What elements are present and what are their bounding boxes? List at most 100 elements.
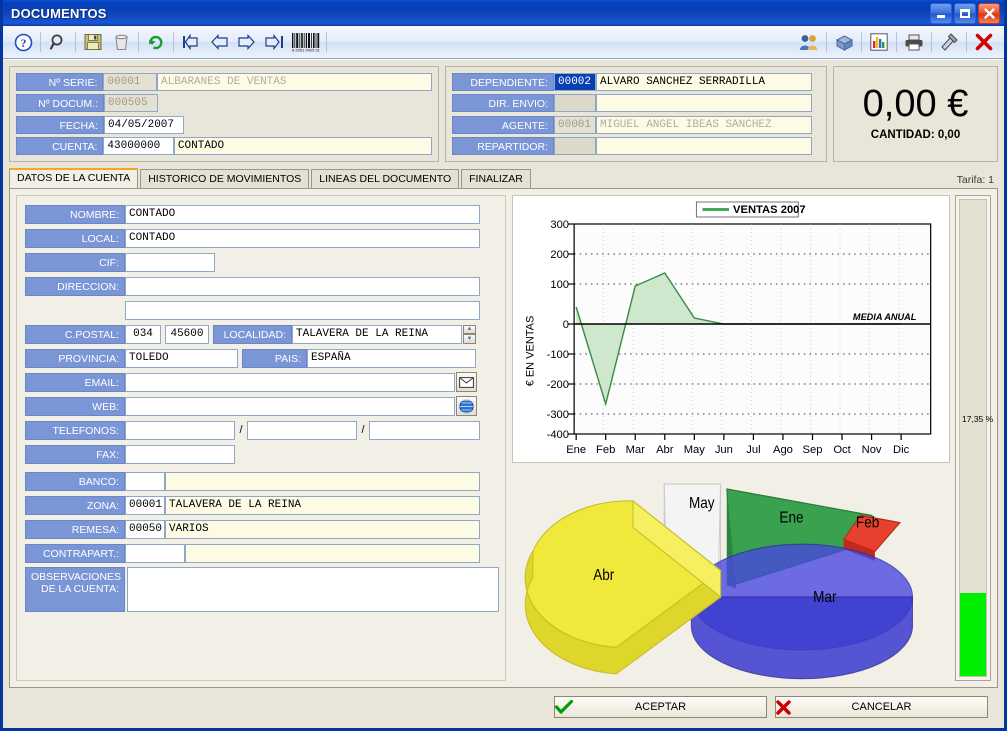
field-serie-code[interactable]: 00001: [103, 72, 158, 91]
help-icon[interactable]: ?: [9, 29, 37, 56]
input-fax[interactable]: [125, 444, 235, 464]
input-direccion-1[interactable]: [125, 276, 480, 296]
chart-icon[interactable]: [865, 29, 893, 56]
input-zona-desc[interactable]: TALAVERA DE LA REINA: [165, 495, 480, 515]
previous-record-icon[interactable]: [205, 29, 233, 56]
form-row-provincia-pais: PROVINCIA: TOLEDO PAIS: ESPAÑA: [25, 348, 499, 368]
input-remesa-desc[interactable]: VARIOS: [165, 519, 480, 539]
refresh-icon[interactable]: [142, 29, 170, 56]
input-nombre[interactable]: CONTADO: [125, 204, 480, 224]
close-icon: [983, 7, 995, 19]
media-anual-annotation: MEDIA ANUAL: [853, 312, 917, 322]
ytick-100: 100: [550, 279, 569, 291]
input-direccion-2[interactable]: [125, 300, 480, 320]
label-observaciones: OBSERVACIONES DE LA CUENTA:: [25, 567, 125, 612]
pie-slice-mar: Mar: [690, 543, 913, 680]
accept-button[interactable]: ACEPTAR: [554, 696, 767, 718]
input-observaciones[interactable]: [127, 567, 499, 612]
delete-icon[interactable]: [107, 29, 135, 56]
field-row-serie: Nº SERIE: 00001 ALBARANES DE VENTAS: [16, 72, 432, 91]
field-label-agente: AGENTE:: [452, 115, 554, 134]
input-email[interactable]: [125, 372, 455, 392]
pie-label-ene: Ene: [779, 510, 803, 527]
window-title: DOCUMENTOS: [11, 5, 107, 21]
minimize-button[interactable]: [930, 2, 952, 24]
input-localidad[interactable]: TALAVERA DE LA REINA: [292, 324, 462, 344]
window-controls: [930, 2, 1002, 24]
ventas-pie-chart-svg: May Ene Feb Mar Abr: [512, 465, 950, 681]
field-agente-code[interactable]: 00001: [554, 115, 596, 134]
input-pais[interactable]: ESPAÑA: [307, 348, 476, 368]
input-remesa-code[interactable]: 00050: [125, 519, 165, 539]
tab-datos-de-la-cuenta[interactable]: DATOS DE LA CUENTA: [9, 168, 139, 188]
localidad-spinner[interactable]: ▲ ▼: [463, 324, 476, 344]
toolbar-separator: [896, 32, 897, 52]
field-row-docum: Nº DOCUM.: 000505: [16, 94, 432, 113]
xtick-ago: Ago: [773, 444, 793, 456]
total-quantity: CANTIDAD: 0,00: [870, 128, 961, 141]
package-icon[interactable]: [830, 29, 858, 56]
charts-stack: VENTAS 2007 MEDIA ANUAL 300 200 100 0 -1…: [512, 195, 950, 681]
document-identity-group: Nº SERIE: 00001 ALBARANES DE VENTAS Nº D…: [9, 66, 439, 162]
input-provincia[interactable]: TOLEDO: [125, 348, 238, 368]
input-local[interactable]: CONTADO: [125, 228, 480, 248]
envelope-icon[interactable]: [456, 372, 477, 392]
print-icon[interactable]: [900, 29, 928, 56]
close-button[interactable]: [978, 2, 1000, 24]
label-nombre: NOMBRE:: [25, 204, 125, 224]
users-icon[interactable]: [795, 29, 823, 56]
barcode-icon[interactable]: 8 2051 0425 01: [289, 29, 323, 56]
input-web[interactable]: [125, 396, 455, 416]
cancel-button[interactable]: CANCELAR: [775, 696, 988, 718]
field-label-fecha: FECHA:: [16, 115, 104, 134]
tab-strip: DATOS DE LA CUENTA HISTORICO DE MOVIMIEN…: [9, 168, 998, 188]
field-cuenta-code[interactable]: 43000000: [103, 137, 174, 156]
field-docum-code[interactable]: 000505: [104, 94, 158, 113]
input-zona-code[interactable]: 00001: [125, 495, 165, 515]
cross-icon: [776, 699, 804, 715]
chevron-up-icon[interactable]: ▲: [463, 324, 476, 334]
input-telefono-1[interactable]: [125, 420, 235, 440]
xtick-jun: Jun: [715, 444, 733, 456]
form-row-observaciones: OBSERVACIONES DE LA CUENTA:: [25, 567, 499, 612]
input-contrapart-code[interactable]: [125, 543, 185, 563]
label-direccion: DIRECCION:: [25, 276, 125, 296]
field-repartidor-desc[interactable]: [596, 137, 812, 156]
input-telefono-3[interactable]: [369, 420, 480, 440]
tab-historico-de-movimientos[interactable]: HISTORICO DE MOVIMIENTOS: [140, 169, 310, 188]
form-row-local: LOCAL: CONTADO: [25, 228, 499, 248]
search-icon[interactable]: [44, 29, 72, 56]
field-cuenta-desc[interactable]: CONTADO: [173, 137, 432, 156]
toolbar-separator: [173, 32, 174, 52]
field-dir-envio-code[interactable]: [554, 94, 596, 113]
input-cpostal-1[interactable]: 034: [125, 324, 161, 344]
xtick-mar: Mar: [626, 444, 646, 456]
input-banco-desc[interactable]: [165, 471, 480, 491]
input-cpostal-2[interactable]: 45600: [165, 324, 209, 344]
toolbar-separator: [826, 32, 827, 52]
input-telefono-2[interactable]: [247, 420, 357, 440]
maximize-button[interactable]: [954, 2, 976, 24]
tools-icon[interactable]: [935, 29, 963, 56]
field-dependiente-desc[interactable]: ALVARO SANCHEZ SERRADILLA: [596, 72, 812, 91]
globe-icon[interactable]: [456, 396, 477, 416]
exit-close-icon[interactable]: [970, 29, 998, 56]
toolbar-separator: [861, 32, 862, 52]
chevron-down-icon[interactable]: ▼: [463, 334, 476, 344]
input-banco-code[interactable]: [125, 471, 165, 491]
gauge-fill: [960, 593, 986, 676]
field-fecha-value[interactable]: 04/05/2007: [104, 115, 184, 134]
tab-lineas-del-documento[interactable]: LINEAS DEL DOCUMENTO: [311, 169, 460, 188]
next-record-icon[interactable]: [233, 29, 261, 56]
input-contrapart-desc[interactable]: [185, 543, 480, 563]
last-record-icon[interactable]: [261, 29, 289, 56]
field-dependiente-code[interactable]: 00002: [554, 72, 596, 91]
minimize-icon: [937, 14, 945, 18]
field-dir-envio-desc[interactable]: [596, 94, 812, 113]
save-icon[interactable]: [79, 29, 107, 56]
field-repartidor-code[interactable]: [554, 137, 596, 156]
first-record-icon[interactable]: [177, 29, 205, 56]
input-cif[interactable]: [125, 252, 215, 272]
tab-finalizar[interactable]: FINALIZAR: [461, 169, 531, 188]
ytick-m200: -200: [547, 379, 569, 391]
